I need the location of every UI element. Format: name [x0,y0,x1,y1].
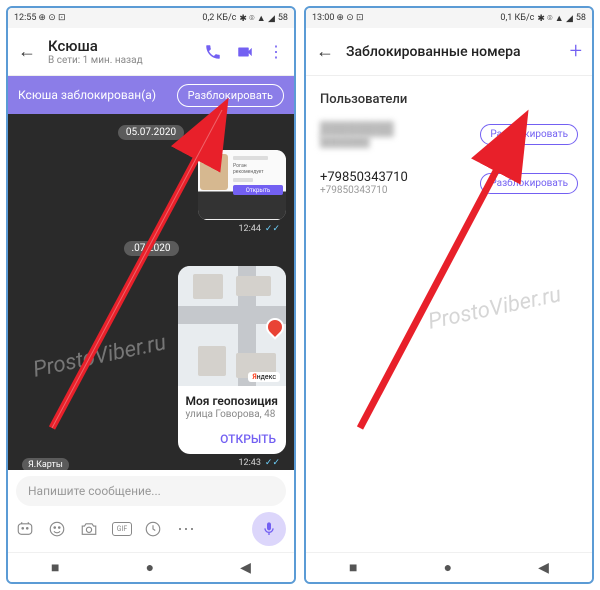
read-check-icon: ✓✓ [265,224,280,234]
add-number-icon[interactable]: + [570,39,582,64]
nav-recent-icon[interactable]: ■ [349,559,357,576]
date-divider: .07.2020 [124,241,179,256]
watermark: ProstoViber.ru [31,330,168,383]
nav-home-icon[interactable]: ● [146,559,154,576]
timer-icon[interactable] [144,520,164,538]
android-nav-bar: ■ ● ◀ [8,552,294,582]
camera-icon[interactable] [80,520,100,538]
blocked-user-item: +79850343710 +79850343710 Разблокировать [320,170,578,196]
section-label-users: Пользователи [320,92,578,107]
nav-back-icon[interactable]: ◀ [538,560,549,576]
message-input[interactable]: Напишите сообщение... [16,476,286,506]
page-title: Заблокированные номера [346,44,558,60]
unblock-button[interactable]: Разблокировать [177,84,284,107]
message-input-bar: Напишите сообщение... GIF ⋯ [8,470,294,552]
unblock-button[interactable]: Разблокировать [480,124,578,145]
status-bar: 12:55 ⊕ ⊙ ⊡ 0,2 КБ/с ✱ ⌾ ▲ ◢ 58 [8,8,294,28]
sticker-icon[interactable] [16,520,36,538]
phone-left-chat: 12:55 ⊕ ⊙ ⊡ 0,2 КБ/с ✱ ⌾ ▲ ◢ 58 ← Ксюша … [6,6,296,584]
status-speed: 0,1 КБ/с [500,13,534,23]
more-menu-icon[interactable]: ⋮ [268,42,284,61]
android-nav-bar: ■ ● ◀ [306,552,592,582]
blocked-user-sub: ███████ [320,137,394,148]
map-thumbnail: Яндекс [178,266,287,386]
status-time: 12:55 [14,13,36,23]
chat-contact-status: В сети: 1 мин. назад [48,55,192,66]
mic-button[interactable] [252,512,286,546]
video-call-icon[interactable] [236,43,254,61]
message-time: 12:44 [238,224,260,234]
blocked-user-item: ████████ ███████ Разблокировать [320,121,578,148]
nav-back-icon[interactable]: ◀ [240,560,251,576]
location-title: Моя геопозиция [186,394,279,408]
chat-header: ← Ксюша В сети: 1 мин. назад ⋮ [8,28,294,76]
chat-messages-area[interactable]: 05.07.2020 Роган рекомендует Открыть 12:… [8,114,294,470]
screenshot-thumbnail: Роган рекомендует Открыть [198,150,286,220]
nav-recent-icon[interactable]: ■ [51,559,59,576]
status-battery: 58 [576,13,586,23]
date-divider: 05.07.2020 [118,125,184,140]
yandex-logo: Яндекс [248,372,280,382]
blocked-list-body[interactable]: Пользователи ████████ ███████ Разблокиро… [306,76,592,552]
settings-header: ← Заблокированные номера + [306,28,592,76]
status-battery: 58 [278,13,288,23]
open-location-button[interactable]: ОТКРЫТЬ [178,428,287,454]
nav-home-icon[interactable]: ● [444,559,452,576]
voice-call-icon[interactable] [204,43,222,61]
yandex-maps-tag: Я.Карты [22,458,69,470]
blocked-banner-text: Ксюша заблокирован(а) [18,88,156,102]
status-time: 13:00 [312,13,334,23]
chat-contact-name[interactable]: Ксюша [48,37,192,55]
gif-icon[interactable]: GIF [112,522,132,536]
status-bar: 13:00 ⊕ ⊙ ⊡ 0,1 КБ/с ✱ ⌾ ▲ ◢ 58 [306,8,592,28]
more-tools-icon[interactable]: ⋯ [176,519,196,540]
blocked-user-name: ████████ [320,121,394,137]
back-arrow-icon[interactable]: ← [316,41,334,62]
status-speed: 0,2 КБ/с [202,13,236,23]
message-time: 12:43 [238,458,260,470]
blocked-user-sub: +79850343710 [320,185,408,196]
phone-right-settings: 13:00 ⊕ ⊙ ⊡ 0,1 КБ/с ✱ ⌾ ▲ ◢ 58 ← Заблок… [304,6,594,584]
emoji-icon[interactable] [48,520,68,538]
read-check-icon: ✓✓ [265,458,280,470]
unblock-button[interactable]: Разблокировать [480,173,578,194]
blocked-banner: Ксюша заблокирован(а) Разблокировать [8,76,294,114]
location-address: улица Говорова, 48 [186,409,279,420]
watermark: ProstoViber.ru [426,282,563,335]
back-arrow-icon[interactable]: ← [18,41,36,62]
blocked-user-name: +79850343710 [320,170,408,185]
message-screenshot[interactable]: Роган рекомендует Открыть [198,150,286,220]
message-location[interactable]: Яндекс Моя геопозиция улица Говорова, 48… [178,266,287,454]
